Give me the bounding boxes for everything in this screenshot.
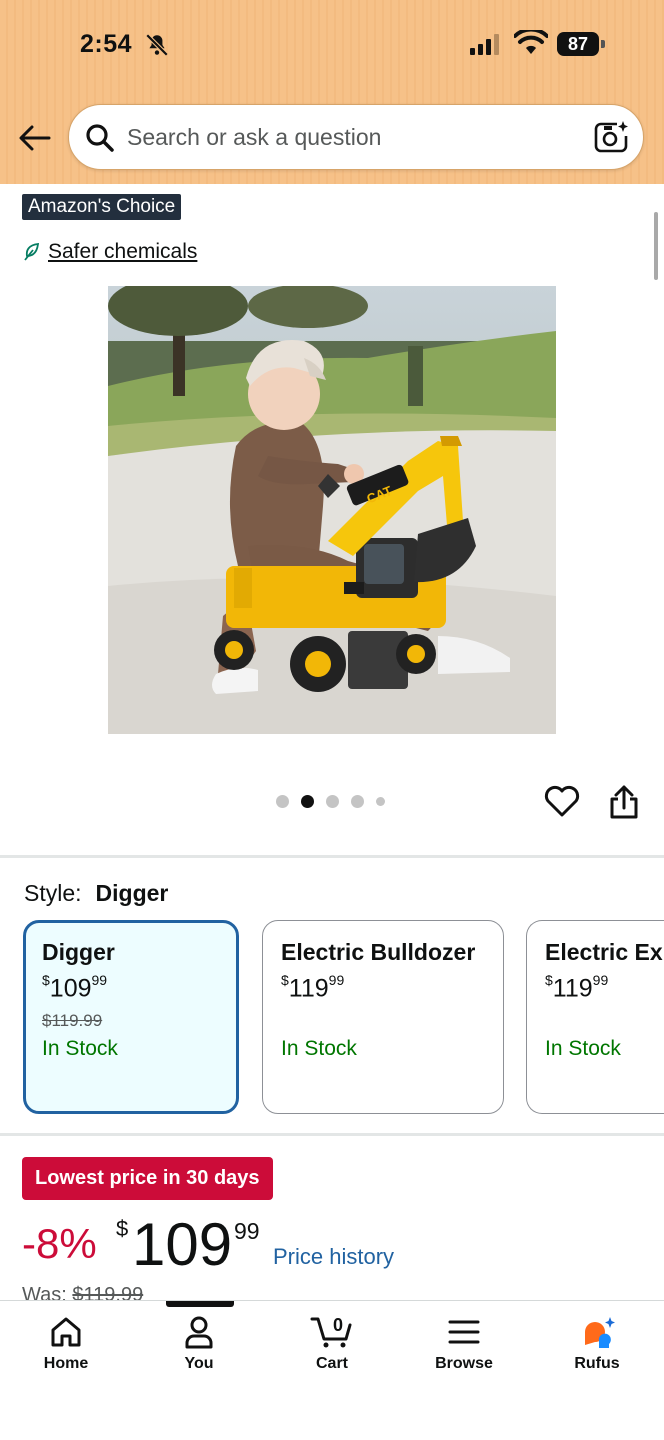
variant-stock: In Stock: [42, 1037, 118, 1061]
battery-tip: [601, 40, 605, 48]
nav-active-indicator: [166, 1301, 234, 1307]
variant-stock: In Stock: [545, 1037, 621, 1061]
bottom-navigation: Home You 0 Cart Browse Rufus: [0, 1300, 664, 1440]
search-icon: [86, 124, 114, 152]
nav-label: Home: [43, 1355, 89, 1372]
cart-count: 0: [333, 1315, 344, 1335]
variant-was-price: [545, 1011, 664, 1031]
leaf-icon: [24, 243, 40, 261]
safer-chemicals-label: Safer chemicals: [48, 240, 198, 263]
search-input[interactable]: [127, 105, 567, 169]
discount-percent: -8%: [22, 1220, 97, 1267]
variant-name: Electric Ex: [545, 939, 663, 965]
variant-price-whole: 109: [49, 974, 92, 1003]
search-bar[interactable]: [68, 104, 644, 170]
nav-label: Browse: [435, 1355, 493, 1372]
nav-label: Cart: [315, 1355, 348, 1372]
safer-chemicals-link[interactable]: Safer chemicals: [24, 238, 197, 266]
section-divider: [0, 855, 664, 858]
battery-indicator: 87: [557, 32, 605, 56]
variant-stock: In Stock: [281, 1037, 357, 1061]
variant-price-whole: 119: [288, 974, 329, 1003]
carousel-dot[interactable]: [276, 795, 289, 808]
heart-icon[interactable]: [544, 784, 580, 818]
price-cents: 99: [234, 1218, 260, 1244]
style-label: Style:: [24, 880, 82, 906]
variant-price: $10999: [42, 972, 108, 1003]
style-heading: Style: Digger: [24, 880, 168, 907]
variant-price: $11999: [281, 972, 345, 1003]
header: 2:54 87: [0, 0, 664, 184]
rufus-icon: [585, 1317, 615, 1348]
price-whole: 109: [132, 1211, 233, 1278]
price-currency: $: [116, 1216, 129, 1241]
nav-home[interactable]: Home: [16, 1315, 116, 1385]
nav-label: Rufus: [574, 1355, 620, 1372]
home-icon: [51, 1317, 81, 1347]
cart-icon: [310, 1317, 352, 1348]
variant-card-electric-bulldozer[interactable]: Electric Bulldozer $11999 In Stock: [262, 920, 504, 1114]
nav-rufus[interactable]: Rufus: [547, 1315, 647, 1385]
menu-icon: [448, 1320, 480, 1344]
bell-muted-icon: [145, 33, 169, 57]
back-arrow-icon[interactable]: [16, 120, 54, 156]
nav-you[interactable]: You: [149, 1315, 249, 1385]
carousel-dot-active[interactable]: [301, 795, 314, 808]
variant-price-cents: 99: [91, 972, 108, 988]
carousel-dots[interactable]: [276, 795, 385, 808]
section-divider: [0, 1133, 664, 1136]
amazons-choice-badge[interactable]: Amazon's Choice: [22, 194, 182, 220]
variant-name: Digger: [42, 939, 115, 965]
variant-price-whole: 119: [552, 974, 593, 1003]
product-image[interactable]: CAT: [108, 286, 556, 734]
nav-cart[interactable]: 0 Cart: [282, 1315, 382, 1385]
camera-lens-icon[interactable]: [593, 120, 629, 154]
price-row: -8% $ 109 99 Price history: [22, 1210, 622, 1280]
variant-card-digger[interactable]: Digger $10999 $119.99 In Stock: [23, 920, 239, 1114]
variant-price-cents: 99: [592, 972, 609, 988]
battery-level: 87: [557, 32, 599, 56]
variant-price-cents: 99: [328, 972, 345, 988]
deal-badge: Lowest price in 30 days: [22, 1157, 273, 1200]
nav-label: You: [184, 1355, 214, 1372]
style-selected-value: Digger: [95, 880, 169, 906]
status-time: 2:54: [80, 30, 133, 58]
carousel-dot[interactable]: [376, 797, 385, 806]
variant-price: $11999: [545, 972, 609, 1003]
cellular-signal-icon: [470, 34, 499, 55]
carousel-dot[interactable]: [351, 795, 364, 808]
variant-was-price: [281, 1011, 503, 1031]
variant-card-electric-excavator[interactable]: Electric Ex $11999 In Stock: [526, 920, 664, 1114]
person-icon: [185, 1316, 213, 1349]
share-icon[interactable]: [608, 784, 640, 820]
variant-name: Electric Bulldozer: [281, 939, 476, 965]
price-history-link[interactable]: Price history: [273, 1244, 394, 1270]
nav-browse[interactable]: Browse: [414, 1315, 514, 1385]
wifi-icon: [514, 30, 548, 54]
carousel-dot[interactable]: [326, 795, 339, 808]
scrollbar[interactable]: [654, 212, 658, 280]
variant-was-price: $119.99: [42, 1011, 103, 1031]
